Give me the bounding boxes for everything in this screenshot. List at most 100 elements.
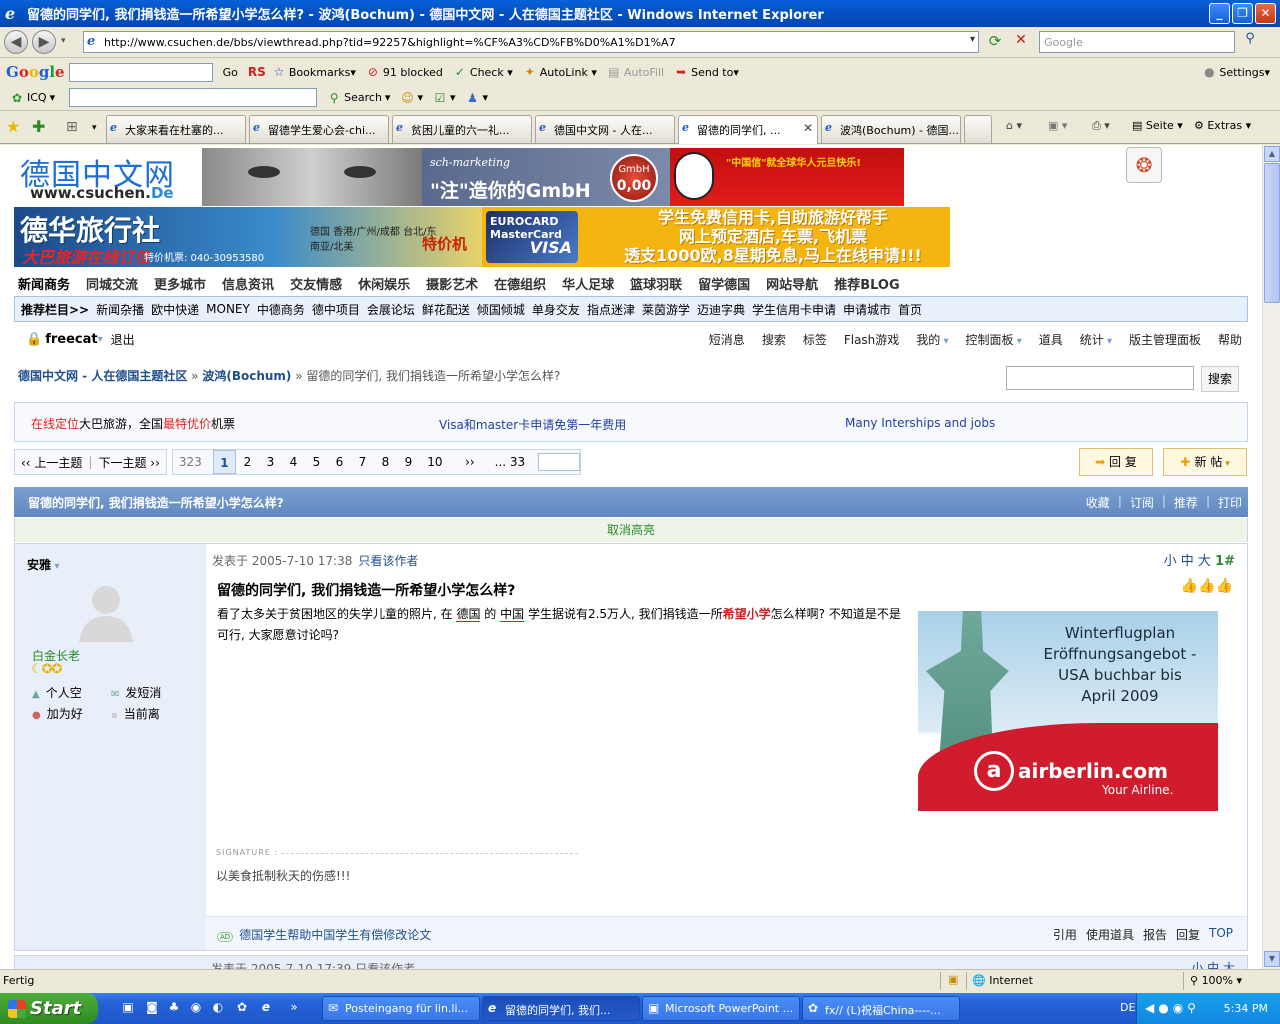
subnav-item[interactable]: 申请城市 [843, 301, 891, 318]
print-link[interactable]: 打印 [1218, 494, 1242, 511]
page-link[interactable]: 4 [282, 450, 305, 474]
nav-item[interactable]: 休闲娱乐 [358, 274, 410, 293]
favorites-star-icon[interactable]: ★ [6, 117, 20, 136]
subnav-item[interactable]: 新闻杂播 [96, 301, 144, 318]
subnav-item[interactable]: 中德商务 [257, 301, 305, 318]
page-link[interactable]: 3 [259, 450, 282, 474]
google-search-input[interactable] [68, 62, 213, 82]
subnav-item[interactable]: 莱茵游学 [642, 301, 690, 318]
language-indicator[interactable]: DE [1120, 1001, 1135, 1014]
nav-item[interactable]: 更多城市 [154, 274, 206, 293]
start-button[interactable]: Start [0, 993, 98, 1024]
text-ad-3[interactable]: Many Interships and jobs [845, 416, 995, 430]
keyword-link[interactable]: 德国 [456, 607, 481, 622]
page-link[interactable]: 5 [305, 450, 328, 474]
site-logo[interactable]: 德国中文网 www.csuchen.De [16, 148, 202, 206]
subnav-item[interactable]: 鲜花配送 [422, 301, 470, 318]
airberlin-ad[interactable]: Winterflugplan Eröffnungsangebot - USA b… [918, 611, 1218, 811]
new-tab-button[interactable] [964, 115, 992, 143]
home-icon[interactable]: ⌂ ▾ [1006, 119, 1022, 132]
menu-search[interactable]: 搜索 [762, 331, 786, 348]
close-window-button[interactable]: ✕ [1255, 3, 1276, 24]
page-link[interactable]: 9 [397, 450, 420, 474]
icq-tool-3[interactable]: ♟ ▾ [466, 91, 488, 105]
tab-3[interactable]: e 贫困儿童的六一礼... [392, 115, 532, 143]
icq-search-button[interactable]: ⚲ Search ▾ [327, 91, 391, 105]
top-link[interactable]: TOP [1209, 926, 1233, 943]
reply-button[interactable]: ➡ 回 复 [1079, 448, 1153, 476]
menu-my[interactable]: 我的 [916, 331, 948, 348]
taskbar-ie[interactable]: e 留德的同学们, 我们... [482, 996, 640, 1021]
menu-help[interactable]: 帮助 [1218, 331, 1242, 348]
icq-tool-1[interactable]: ☺ ▾ [400, 91, 423, 105]
username-link[interactable]: freecat [45, 332, 97, 347]
subnav-item[interactable]: 会展论坛 [367, 301, 415, 318]
credit-card-banner[interactable]: EUROCARD MasterCard VISA 学生免费信用卡,自助旅游好帮手 … [482, 207, 950, 267]
quicklaunch-icon[interactable]: ◐ [210, 1000, 226, 1016]
tab-close-icon[interactable]: ✕ [803, 121, 813, 135]
nav-item[interactable]: 篮球羽联 [630, 274, 682, 293]
avatar[interactable] [75, 580, 137, 642]
page-jump-input[interactable] [537, 453, 580, 471]
font-small-link[interactable]: 小 [1164, 554, 1177, 569]
autofill-button[interactable]: ▤ AutoFill [607, 65, 664, 79]
report-link[interactable]: 报告 [1143, 926, 1167, 943]
nav-item[interactable]: 推荐BLOG [834, 274, 899, 293]
quicklaunch-icon[interactable]: ◉ [188, 1000, 204, 1016]
font-large-link[interactable]: 大 [1198, 554, 1211, 569]
menu-flash-games[interactable]: Flash游戏 [844, 331, 899, 348]
rs-button[interactable]: RS [248, 65, 266, 79]
user-dropdown-icon[interactable]: ▾ [98, 334, 103, 345]
page-link[interactable]: 7 [351, 450, 374, 474]
face-banner[interactable] [202, 148, 422, 206]
google-go-button[interactable]: Go [223, 66, 238, 79]
menu-tags[interactable]: 标签 [803, 331, 827, 348]
subnav-item[interactable]: MONEY [206, 302, 250, 316]
scroll-thumb[interactable] [1264, 163, 1280, 303]
nav-item[interactable]: 在德组织 [494, 274, 546, 293]
quote-link[interactable]: 引用 [1053, 926, 1077, 943]
text-ad-2[interactable]: Visa和master卡申请免第一年费用 [439, 416, 626, 433]
page-link[interactable]: 8 [374, 450, 397, 474]
taskbar-chat[interactable]: ✿ fx// (L)祝福China----... [802, 996, 960, 1021]
ie-quicklaunch-icon[interactable]: e [258, 1000, 274, 1016]
popup-blocker-button[interactable]: ⊘ 91 blocked [366, 65, 443, 79]
text-ad-1[interactable]: 在线定位大巴旅游，全国最特优价机票 [31, 415, 235, 432]
taskbar-powerpoint[interactable]: ▣ Microsoft PowerPoint ... [642, 996, 800, 1021]
subnav-item[interactable]: 单身交友 [532, 301, 580, 318]
nav-item[interactable]: 留学德国 [698, 274, 750, 293]
new-year-banner[interactable]: "中国信"就全球华人元旦快乐! [670, 148, 904, 206]
keyword-link[interactable]: 中国 [500, 607, 525, 622]
gmbh-banner[interactable]: sch-marketing "注"造你的GmbH GmbH 0,00 [422, 148, 670, 206]
subnav-item[interactable]: 倾国倾城 [477, 301, 525, 318]
tab-6[interactable]: e 波鸿(Bochum) - 德国... [821, 115, 961, 143]
forum-search-button[interactable]: 搜索 [1201, 366, 1239, 392]
scroll-down-icon[interactable]: ▼ [1264, 951, 1280, 967]
quicklaunch-icon[interactable]: ♣ [166, 1000, 182, 1016]
icq-button[interactable]: ✿ ICQ ▾ [10, 91, 55, 105]
unhighlight-link[interactable]: 取消高亮 [14, 518, 1248, 542]
forum-search-input[interactable] [1006, 366, 1194, 390]
icq-search-input[interactable] [69, 88, 318, 107]
clock[interactable]: 5:34 PM [1224, 1002, 1268, 1015]
nav-item[interactable]: 网站导航 [766, 274, 818, 293]
qq-chat-icon[interactable]: ❂ [1126, 147, 1162, 183]
menu-stats[interactable]: 统计 [1080, 331, 1112, 348]
page-link[interactable]: 6 [328, 450, 351, 474]
font-medium-link[interactable]: 中 [1181, 554, 1194, 569]
nav-item[interactable]: 交友情感 [290, 274, 342, 293]
forward-button[interactable]: ▶ [32, 30, 56, 54]
address-url[interactable]: http://www.csuchen.de/bbs/viewthread.php… [104, 36, 676, 49]
back-button[interactable]: ◀ [4, 30, 28, 54]
subnav-item[interactable]: 迈迪字典 [697, 301, 745, 318]
zoom-level[interactable]: ⚲ 100% ▾ [1190, 974, 1242, 987]
stop-icon[interactable]: ✕ [1011, 32, 1031, 52]
post-ad-link[interactable]: AD 德国学生帮助中国学生有偿修改论文 [217, 926, 431, 943]
subnav-item[interactable]: 学生信用卡申请 [752, 301, 836, 318]
taskbar-mail[interactable]: ✉ Posteingang für lin.li... [322, 996, 480, 1021]
reply-link[interactable]: 回复 [1176, 926, 1200, 943]
spellcheck-button[interactable]: ✓ Check ▾ [453, 65, 513, 79]
favorite-thread-link[interactable]: 收藏 [1086, 494, 1110, 511]
send-message-link[interactable]: ✉ 发短消 [111, 684, 161, 701]
tray-icons[interactable]: ◀●◉⚲ [1145, 1001, 1200, 1015]
